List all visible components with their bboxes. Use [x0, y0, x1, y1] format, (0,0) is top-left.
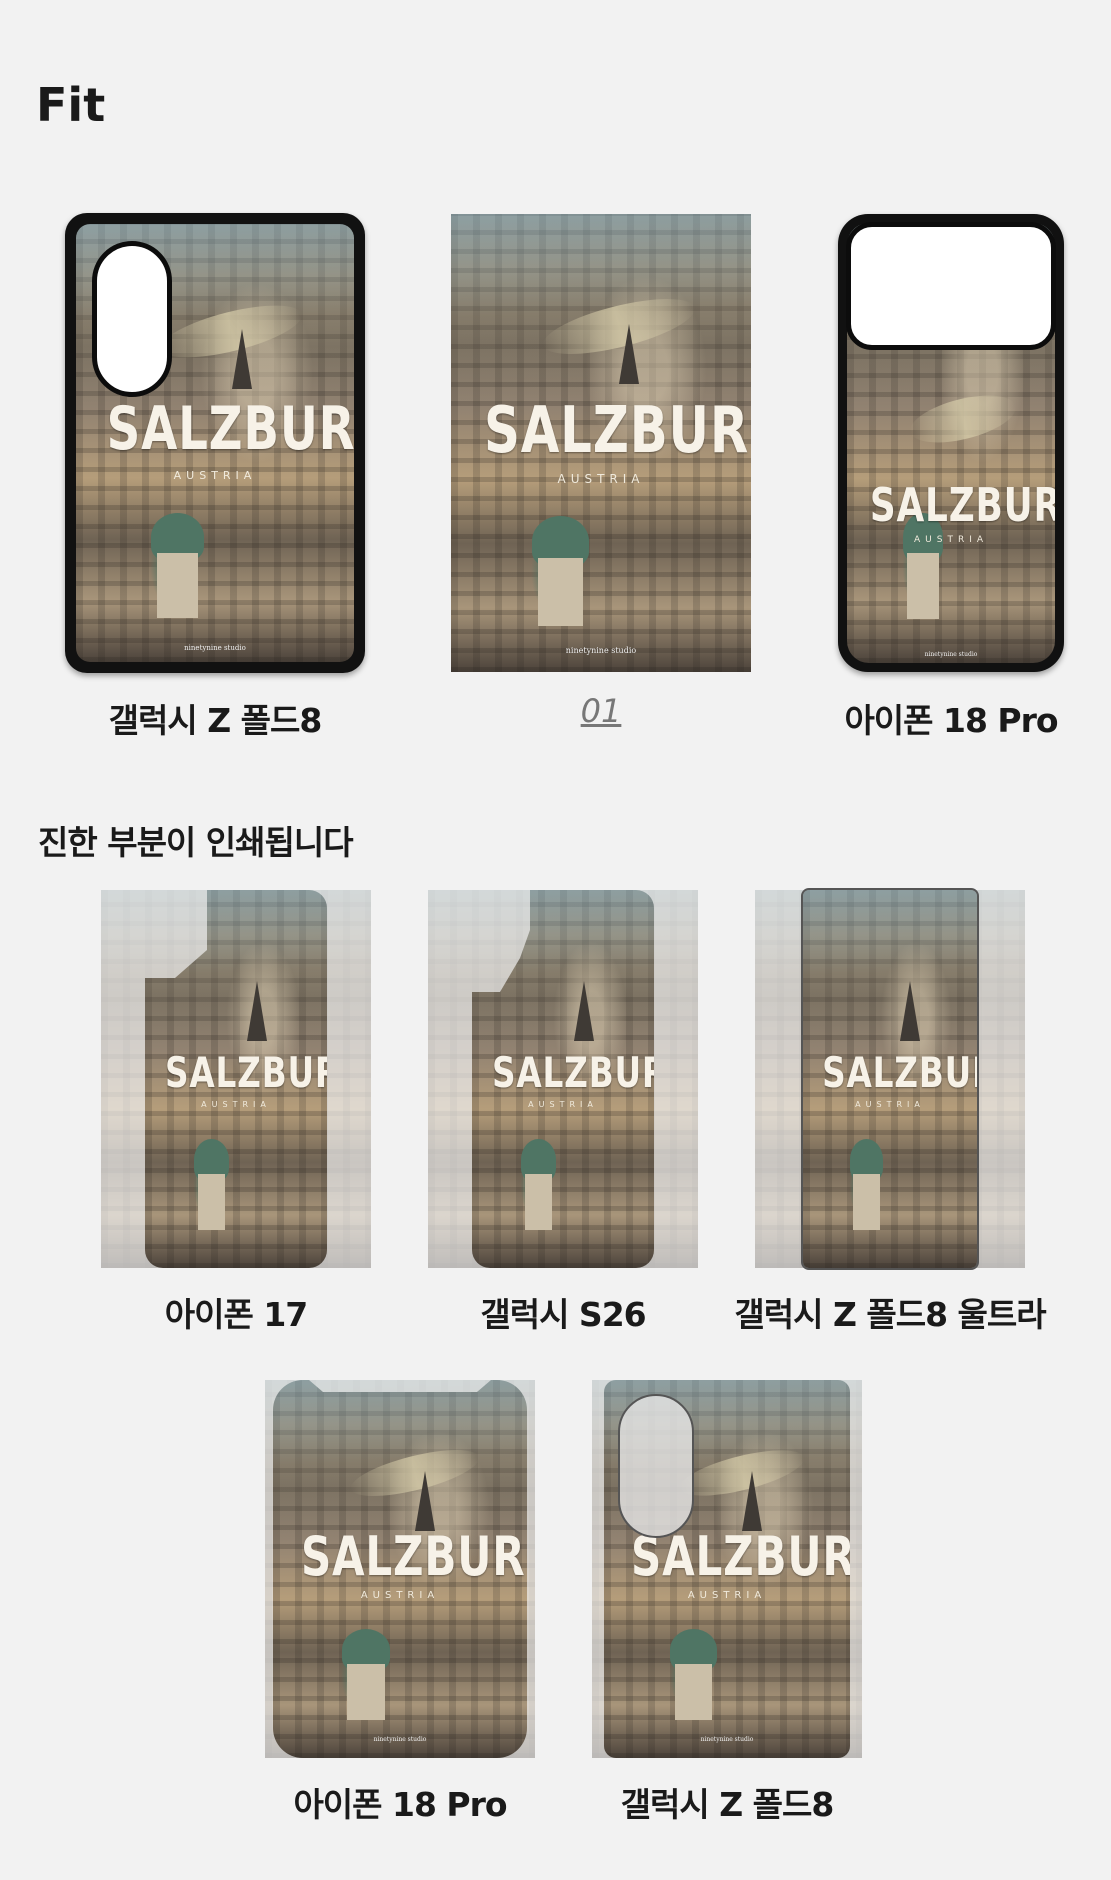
river-shape: [906, 386, 1021, 452]
print-area-galaxy-s26[interactable]: SALZBURG AUSTRIA: [428, 890, 698, 1268]
page-title: Fit: [36, 78, 106, 132]
camera-cutout: [618, 1394, 694, 1538]
poster-subtitle: AUSTRIA: [173, 469, 257, 482]
print-area-note: 진한 부분이 인쇄됩니다: [38, 823, 354, 862]
model-label: 갤럭시 Z 폴드8: [108, 701, 323, 740]
church-tower: [156, 552, 199, 619]
cathedral-spire: [573, 980, 594, 1041]
cathedral-spire: [231, 329, 252, 390]
poster-subtitle: AUSTRIA: [855, 1100, 925, 1109]
case-preview-iphone-18-pro[interactable]: SALZBURG AUSTRIA ninetynine studio: [838, 214, 1064, 672]
church-tower: [675, 1663, 713, 1721]
model-label: 갤럭시 S26: [480, 1295, 646, 1334]
camera-cutout: [846, 222, 1056, 350]
page-indicator[interactable]: 01: [451, 692, 751, 730]
poster-credit: ninetynine studio: [924, 651, 978, 658]
church-tower: [346, 1663, 385, 1721]
church-tower: [907, 553, 939, 619]
camera-cutout: [92, 241, 172, 397]
poster-subtitle: AUSTRIA: [913, 535, 989, 545]
model-label: 갤럭시 Z 폴드8 울트라: [734, 1295, 1046, 1334]
poster-credit: ninetynine studio: [565, 646, 637, 655]
poster-credit: ninetynine studio: [700, 1736, 754, 1743]
poster-title: SALZBURG: [484, 394, 751, 468]
model-label: 아이폰 18 Pro: [293, 1785, 507, 1824]
cathedral-spire: [900, 980, 921, 1041]
poster-subtitle: AUSTRIA: [687, 1590, 767, 1601]
poster-subtitle: AUSTRIA: [557, 472, 645, 486]
cathedral-spire: [619, 323, 639, 384]
poster-title: SALZBURG: [106, 394, 354, 464]
print-area-iphone-18-pro[interactable]: SALZBURG AUSTRIA ninetynine studio: [265, 1380, 535, 1758]
church-tower: [197, 1173, 226, 1231]
print-area-iphone-17[interactable]: SALZBURG AUSTRIA: [101, 890, 371, 1268]
cathedral-spire: [741, 1470, 762, 1531]
poster-title: SALZBURG: [822, 1048, 977, 1097]
poster-title: SALZBURG: [492, 1048, 654, 1097]
church-tower: [853, 1173, 880, 1231]
poster-title: SALZBURG: [300, 1525, 527, 1588]
case-preview-galaxy-z-fold8[interactable]: SALZBURG AUSTRIA ninetynine studio: [65, 213, 365, 673]
cathedral-spire: [246, 980, 267, 1041]
poster-credit: ninetynine studio: [373, 1736, 427, 1743]
model-label: 갤럭시 Z 폴드8: [620, 1785, 835, 1824]
printed-area: SALZBURG AUSTRIA ninetynine studio: [273, 1380, 527, 1758]
poster-title: SALZBURG: [869, 478, 1055, 532]
poster-subtitle: AUSTRIA: [360, 1590, 440, 1601]
printed-area: SALZBURG AUSTRIA: [801, 888, 979, 1270]
model-label: 아이폰 18 Pro: [844, 701, 1058, 740]
print-area-galaxy-z-fold8-ultra[interactable]: SALZBURG AUSTRIA: [755, 888, 1025, 1270]
poster-title: SALZBURG: [165, 1048, 327, 1097]
church-tower: [538, 557, 583, 627]
poster-credit: ninetynine studio: [184, 644, 246, 652]
design-preview[interactable]: SALZBURG AUSTRIA ninetynine studio: [451, 214, 751, 672]
print-area-galaxy-z-fold8[interactable]: SALZBURG AUSTRIA ninetynine studio: [592, 1380, 862, 1758]
model-label: 아이폰 17: [164, 1295, 309, 1334]
poster-subtitle: AUSTRIA: [201, 1100, 271, 1109]
church-tower: [524, 1173, 553, 1231]
cathedral-spire: [415, 1470, 436, 1531]
poster-subtitle: AUSTRIA: [528, 1100, 598, 1109]
